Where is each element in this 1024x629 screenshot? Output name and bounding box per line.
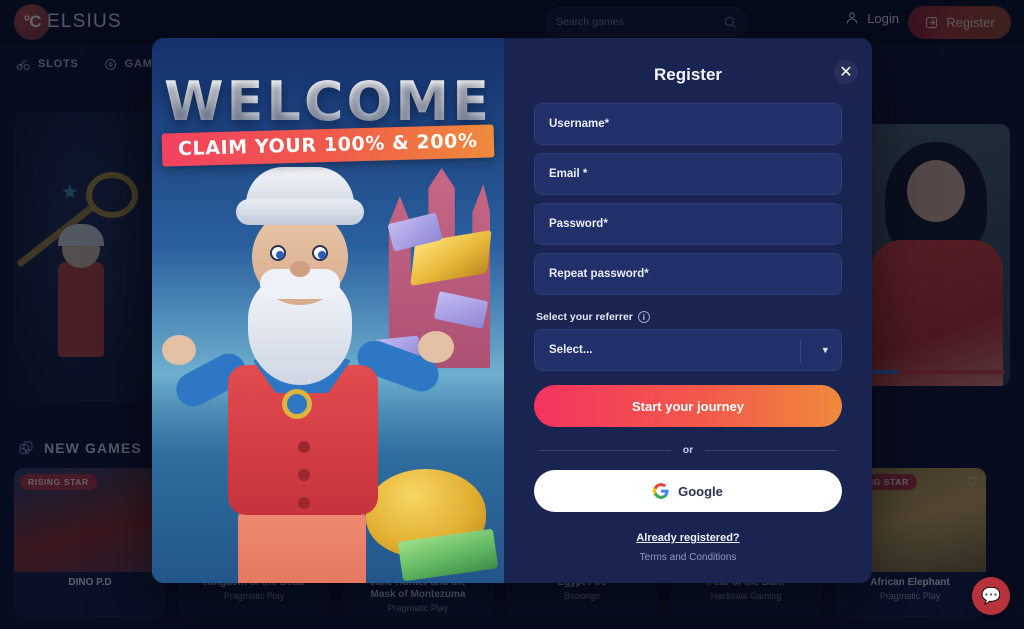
start-journey-button[interactable]: Start your journey <box>534 385 842 427</box>
close-icon[interactable]: ✕ <box>834 60 858 84</box>
mascot-character <box>162 153 454 583</box>
or-divider: or <box>538 444 838 456</box>
referrer-label-row: Select your referrer i <box>536 311 842 323</box>
select-divider <box>800 338 801 362</box>
mascot-eye-left <box>270 245 286 261</box>
email-input[interactable] <box>534 153 842 195</box>
referrer-label: Select your referrer <box>536 311 633 323</box>
modal-title: Register <box>653 65 723 84</box>
register-form-panel: ✕ Register Select your referrer i Select… <box>504 38 872 583</box>
info-icon[interactable]: i <box>637 311 650 323</box>
mascot-medal <box>282 389 312 419</box>
google-signup-button[interactable]: Google <box>534 470 842 512</box>
promo-panel: WELCOME CLAIM YOUR 100% & 200% <box>152 38 504 583</box>
app-root: °C ELSIUS Login Register <box>0 0 1024 629</box>
repeat-password-input[interactable] <box>534 253 842 295</box>
divider-line-left <box>538 449 671 451</box>
google-icon <box>653 483 669 499</box>
divider-label: or <box>682 444 694 456</box>
referrer-select[interactable]: Select... ▾ <box>534 329 842 371</box>
chat-bubble-icon[interactable]: 💬 <box>972 577 1010 615</box>
terms-and-conditions-link[interactable]: Terms and Conditions <box>534 552 842 563</box>
referrer-select-value: Select... <box>549 344 593 356</box>
mascot-button <box>298 441 310 453</box>
mascot-eye-right <box>312 245 328 261</box>
mascot-hand-right <box>418 331 454 363</box>
username-input[interactable] <box>534 103 842 145</box>
mascot-hand-left <box>162 335 196 365</box>
mascot-nose <box>290 261 310 277</box>
promo-text-block: WELCOME CLAIM YOUR 100% & 200% <box>152 70 504 167</box>
mascot-button <box>298 469 310 481</box>
already-registered-link[interactable]: Already registered? <box>534 532 842 544</box>
register-modal: WELCOME CLAIM YOUR 100% & 200% ✕ Registe… <box>152 38 872 583</box>
mascot-button <box>298 497 310 509</box>
google-label: Google <box>678 483 723 499</box>
divider-line-right <box>705 449 838 451</box>
password-input[interactable] <box>534 203 842 245</box>
mascot-hair-brim <box>236 199 364 225</box>
chevron-down-icon: ▾ <box>822 344 828 357</box>
promo-headline: WELCOME <box>152 70 504 133</box>
mascot-legs <box>238 505 366 583</box>
